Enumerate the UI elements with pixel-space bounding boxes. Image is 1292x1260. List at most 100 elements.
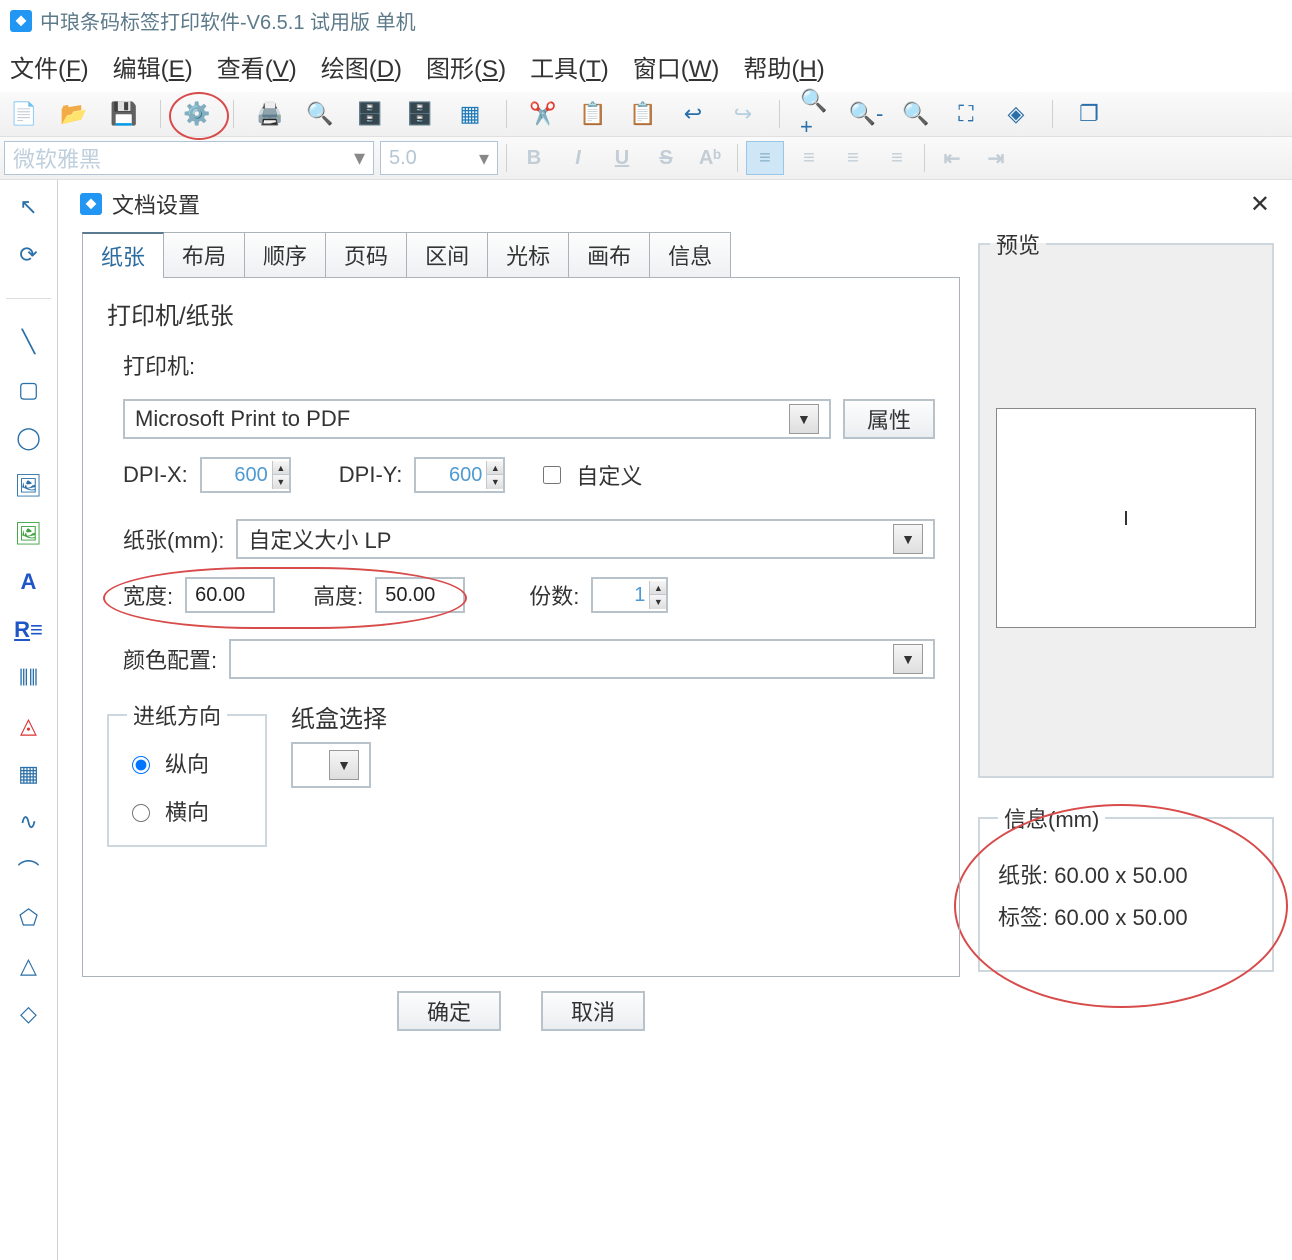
font-picker[interactable]: 微软雅黑 ▾ (4, 141, 374, 175)
ok-button[interactable]: 确定 (397, 991, 501, 1031)
diamond-tool-icon[interactable]: ◇ (14, 999, 44, 1029)
align-center-button[interactable]: ≡ (790, 141, 828, 175)
table-tool-icon[interactable]: ▦ (14, 759, 44, 789)
outdent-button[interactable]: ⇥ (977, 141, 1015, 175)
align-left-button[interactable]: ≡ (746, 141, 784, 175)
rotate-tool-icon[interactable]: ⟳ (14, 240, 44, 270)
new-doc-icon[interactable]: 📄 (8, 98, 40, 130)
barcode-tool-icon[interactable]: ⦀⦀ (14, 663, 44, 693)
clear-format-button[interactable]: Aᵇ (691, 141, 729, 175)
height-input[interactable]: 50.00 (375, 577, 465, 613)
bold-button[interactable]: B (515, 141, 553, 175)
line-tool-icon[interactable]: ╲ (14, 327, 44, 357)
zoom-icon[interactable]: 🔍 (900, 98, 932, 130)
dpiy-input[interactable]: ▲▼ (414, 457, 505, 493)
paper-size-select[interactable]: 自定义大小 LP ▼ (236, 519, 935, 559)
image-tool-icon[interactable]: 🖼 (14, 471, 44, 501)
chevron-down-icon: ▾ (479, 146, 489, 171)
copy-icon[interactable]: 📋 (577, 98, 609, 130)
tab-range[interactable]: 区间 (406, 232, 488, 278)
zoom-out-icon[interactable]: 🔍- (850, 98, 882, 130)
spin-up-icon[interactable]: ▲ (650, 581, 666, 595)
tab-cursor[interactable]: 光标 (487, 232, 569, 278)
landscape-radio[interactable] (132, 804, 150, 822)
open-icon[interactable]: 📂 (58, 98, 90, 130)
fit2-icon[interactable]: ◈ (1000, 98, 1032, 130)
strike-button[interactable]: S (647, 141, 685, 175)
pointer-tool-icon[interactable]: ↖ (14, 192, 44, 222)
image2-tool-icon[interactable]: 🖼 (14, 519, 44, 549)
menu-draw[interactable]: 绘图(D) (319, 45, 404, 88)
preview-icon[interactable]: 🔍 (304, 98, 336, 130)
menu-tools[interactable]: 工具(T) (528, 45, 611, 88)
dialog-tabs: 纸张 布局 顺序 页码 区间 光标 画布 信息 (82, 232, 960, 278)
ellipse-tool-icon[interactable]: ◯ (14, 423, 44, 453)
cancel-button[interactable]: 取消 (541, 991, 645, 1031)
align-right-button[interactable]: ≡ (834, 141, 872, 175)
tab-canvas[interactable]: 画布 (568, 232, 650, 278)
print-icon[interactable]: 🖨️ (254, 98, 286, 130)
paste-icon[interactable]: 📋 (627, 98, 659, 130)
curve-tool-icon[interactable]: ∿ (14, 807, 44, 837)
arc-tool-icon[interactable]: ⌒ (14, 855, 44, 885)
copies-input[interactable]: ▲▼ (591, 577, 668, 613)
menubar: 文件(F) 编辑(E) 查看(V) 绘图(D) 图形(S) 工具(T) 窗口(W… (0, 41, 1292, 92)
spin-up-icon[interactable]: ▲ (273, 461, 289, 475)
printer-properties-button[interactable]: 属性 (843, 399, 935, 439)
triangle-tool-icon[interactable]: △ (14, 951, 44, 981)
paper-size-value: 自定义大小 LP (248, 523, 885, 555)
cut-icon[interactable]: ✂️ (527, 98, 559, 130)
close-icon[interactable]: ✕ (1242, 190, 1278, 219)
tab-order[interactable]: 顺序 (244, 232, 326, 278)
landscape-label: 横向 (165, 795, 209, 827)
roundrect-tool-icon[interactable]: ▢ (14, 375, 44, 405)
grid-icon[interactable]: ▦ (454, 98, 486, 130)
chevron-down-icon: ▼ (893, 524, 923, 554)
shape-tool-icon[interactable]: ◬ (14, 711, 44, 741)
undo-icon[interactable]: ↩ (677, 98, 709, 130)
custom-dpi-checkbox[interactable] (543, 466, 561, 484)
menu-window[interactable]: 窗口(W) (631, 45, 722, 88)
tray-select[interactable]: ▼ (291, 742, 371, 788)
spin-down-icon[interactable]: ▼ (487, 475, 503, 489)
database-icon[interactable]: 🗄️ (354, 98, 386, 130)
indent-button[interactable]: ⇤ (933, 141, 971, 175)
shape-toolbar: ↖ ⟳ ╲ ▢ ◯ 🖼 🖼 A R≡ ⦀⦀ ◬ ▦ ∿ ⌒ ⬠ △ ◇ (0, 180, 58, 1260)
tab-layout[interactable]: 布局 (163, 232, 245, 278)
dpix-input[interactable]: ▲▼ (200, 457, 291, 493)
app-titlebar: 中琅条码标签打印软件-V6.5.1 试用版 单机 (0, 0, 1292, 41)
spin-up-icon[interactable]: ▲ (487, 461, 503, 475)
italic-button[interactable]: I (559, 141, 597, 175)
fit-icon[interactable]: ⛶ (950, 98, 982, 130)
colorprofile-select[interactable]: ▼ (229, 639, 935, 679)
printer-select[interactable]: Microsoft Print to PDF ▼ (123, 399, 831, 439)
printer-label: 打印机: (123, 349, 195, 381)
text-tool-icon[interactable]: A (14, 567, 44, 597)
zoom-in-icon[interactable]: 🔍+ (800, 98, 832, 130)
database2-icon[interactable]: 🗄️ (404, 98, 436, 130)
menu-file[interactable]: 文件(F) (8, 45, 91, 88)
menu-view[interactable]: 查看(V) (215, 45, 299, 88)
layers-icon[interactable]: ❐ (1073, 98, 1105, 130)
font-size-picker[interactable]: 5.0 ▾ (380, 141, 498, 175)
richtext-tool-icon[interactable]: R≡ (14, 615, 44, 645)
tab-info[interactable]: 信息 (649, 232, 731, 278)
tray-group-title: 纸盒选择 (291, 699, 935, 734)
redo-icon[interactable]: ↪ (727, 98, 759, 130)
portrait-radio[interactable] (132, 756, 150, 774)
tab-page[interactable]: 页码 (325, 232, 407, 278)
tab-paper[interactable]: 纸张 (82, 232, 164, 278)
spin-down-icon[interactable]: ▼ (650, 595, 666, 609)
polygon-tool-icon[interactable]: ⬠ (14, 903, 44, 933)
preview-canvas (996, 408, 1256, 628)
align-justify-button[interactable]: ≡ (878, 141, 916, 175)
custom-dpi-label: 自定义 (576, 459, 642, 491)
menu-help[interactable]: 帮助(H) (741, 45, 826, 88)
menu-shape[interactable]: 图形(S) (424, 45, 508, 88)
width-input[interactable]: 60.00 (185, 577, 275, 613)
menu-edit[interactable]: 编辑(E) (111, 45, 195, 88)
save-icon[interactable]: 💾 (108, 98, 140, 130)
doc-settings-icon[interactable]: ⚙️ (181, 98, 213, 130)
spin-down-icon[interactable]: ▼ (273, 475, 289, 489)
underline-button[interactable]: U (603, 141, 641, 175)
